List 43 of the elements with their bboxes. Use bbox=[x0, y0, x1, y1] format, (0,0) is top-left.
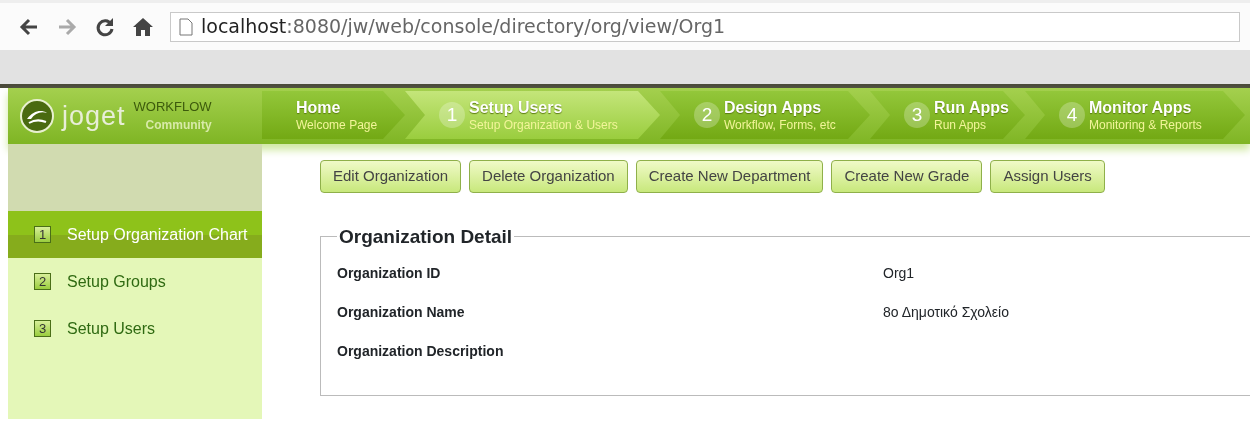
logo-text: joget bbox=[62, 99, 126, 133]
field-label: Organization ID bbox=[337, 263, 442, 283]
sidebar-item[interactable]: 2 Setup Groups bbox=[8, 258, 262, 305]
step-number: 4 bbox=[1059, 102, 1085, 128]
action-button[interactable]: Create New Grade bbox=[831, 160, 983, 193]
product-name: WORKFLOW bbox=[133, 100, 212, 114]
url-path: :8080/jw/web/console/directory/org/view/Org1 bbox=[286, 14, 726, 40]
action-button[interactable]: Assign Users bbox=[990, 160, 1105, 193]
step-title: Run Apps bbox=[934, 97, 1009, 118]
number-badge: 2 bbox=[34, 273, 51, 290]
home-icon[interactable] bbox=[132, 15, 154, 38]
step-subtitle: Run Apps bbox=[934, 117, 988, 133]
field-value: Org1 bbox=[883, 263, 915, 283]
step-subtitle: Monitoring & Reports bbox=[1089, 117, 1202, 133]
field-label: Organization Description bbox=[337, 341, 505, 361]
field-value: 8ο Δημοτικό Σχολείο bbox=[883, 302, 1009, 322]
item-label: Setup Organization Chart bbox=[67, 224, 248, 245]
step-number: 3 bbox=[904, 102, 930, 128]
item-label: Setup Groups bbox=[67, 271, 166, 292]
sidebar-item[interactable]: 1 Setup Organization Chart bbox=[8, 211, 262, 258]
step-number: 1 bbox=[439, 102, 465, 128]
step-title: Setup Users bbox=[469, 97, 564, 118]
action-button[interactable]: Delete Organization bbox=[469, 160, 628, 193]
step-subtitle: Welcome Page bbox=[296, 117, 378, 133]
url-host: localhost bbox=[201, 14, 287, 40]
step-title: Home bbox=[296, 97, 342, 118]
logo-icon bbox=[20, 99, 54, 133]
edition-label: Community bbox=[144, 118, 212, 132]
step-title: Monitor Apps bbox=[1089, 97, 1193, 118]
step-title: Design Apps bbox=[724, 97, 823, 118]
action-button[interactable]: Edit Organization bbox=[320, 160, 462, 193]
address-bar[interactable]: localhost:8080/jw/web/console/directory/org/view/Org1 bbox=[170, 11, 1240, 42]
section-title: Organization Detail bbox=[338, 226, 514, 246]
item-label: Setup Users bbox=[67, 318, 156, 339]
step-subtitle: Setup Organization & Users bbox=[469, 117, 618, 133]
page-icon bbox=[179, 17, 193, 36]
number-badge: 1 bbox=[34, 226, 51, 243]
action-button[interactable]: Create New Department bbox=[635, 160, 824, 193]
field-label: Organization Name bbox=[337, 302, 466, 322]
number-badge: 3 bbox=[34, 320, 51, 337]
step-number: 2 bbox=[694, 102, 720, 128]
step-subtitle: Workflow, Forms, etc bbox=[724, 117, 836, 133]
sidebar-item[interactable]: 3 Setup Users bbox=[8, 305, 262, 352]
